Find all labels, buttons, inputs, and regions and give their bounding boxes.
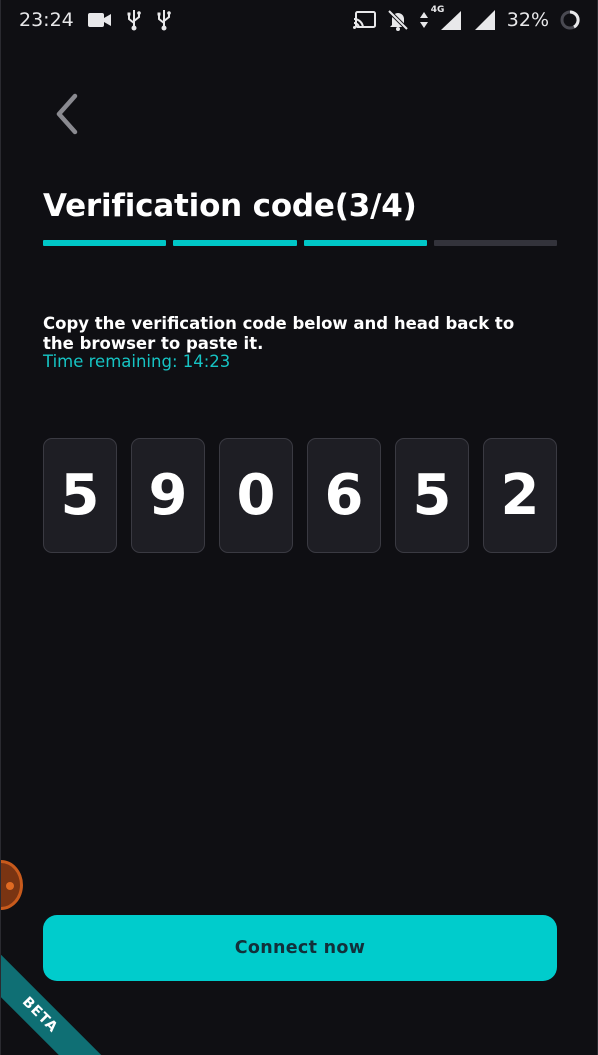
status-bar: 23:24 4G 32% (1, 0, 597, 40)
verification-code: 5 9 0 6 5 2 (43, 438, 557, 553)
instruction-text: Copy the verification code below and hea… (43, 314, 515, 353)
network-type-label: 4G (430, 5, 445, 15)
signal-4g-icon: 4G (431, 5, 463, 31)
progress-segment (43, 240, 167, 246)
progress-segment (433, 240, 557, 246)
code-digit: 0 (219, 438, 293, 553)
data-arrows-icon (419, 11, 429, 29)
code-digit: 2 (483, 438, 557, 553)
notifications-off-icon (387, 9, 409, 31)
battery-ring-icon (559, 9, 581, 31)
chevron-left-icon (56, 93, 78, 135)
video-camera-icon (87, 12, 112, 28)
signal-icon (473, 9, 497, 31)
code-digit: 5 (395, 438, 469, 553)
status-bar-right: 4G 32% (352, 5, 581, 31)
time-remaining: Time remaining: 14:23 (43, 352, 231, 371)
verification-screen: 23:24 4G 32% Verification code(3/4) Copy… (0, 0, 598, 1055)
connect-now-button[interactable]: Connect now (43, 915, 557, 981)
code-digit: 6 (307, 438, 381, 553)
usb-icon (126, 9, 142, 31)
page-title: Verification code(3/4) (43, 188, 417, 224)
cast-icon (352, 10, 377, 30)
clock: 23:24 (19, 9, 74, 31)
status-bar-left: 23:24 (19, 9, 172, 31)
progress-segment (303, 240, 427, 246)
back-button[interactable] (45, 88, 89, 140)
battery-percent: 32% (506, 9, 549, 31)
usb-icon (156, 9, 172, 31)
code-digit: 9 (131, 438, 205, 553)
progress-segment (173, 240, 297, 246)
floating-chat-bubble[interactable] (1, 860, 23, 910)
step-progress-bar (43, 240, 557, 248)
code-digit: 5 (43, 438, 117, 553)
